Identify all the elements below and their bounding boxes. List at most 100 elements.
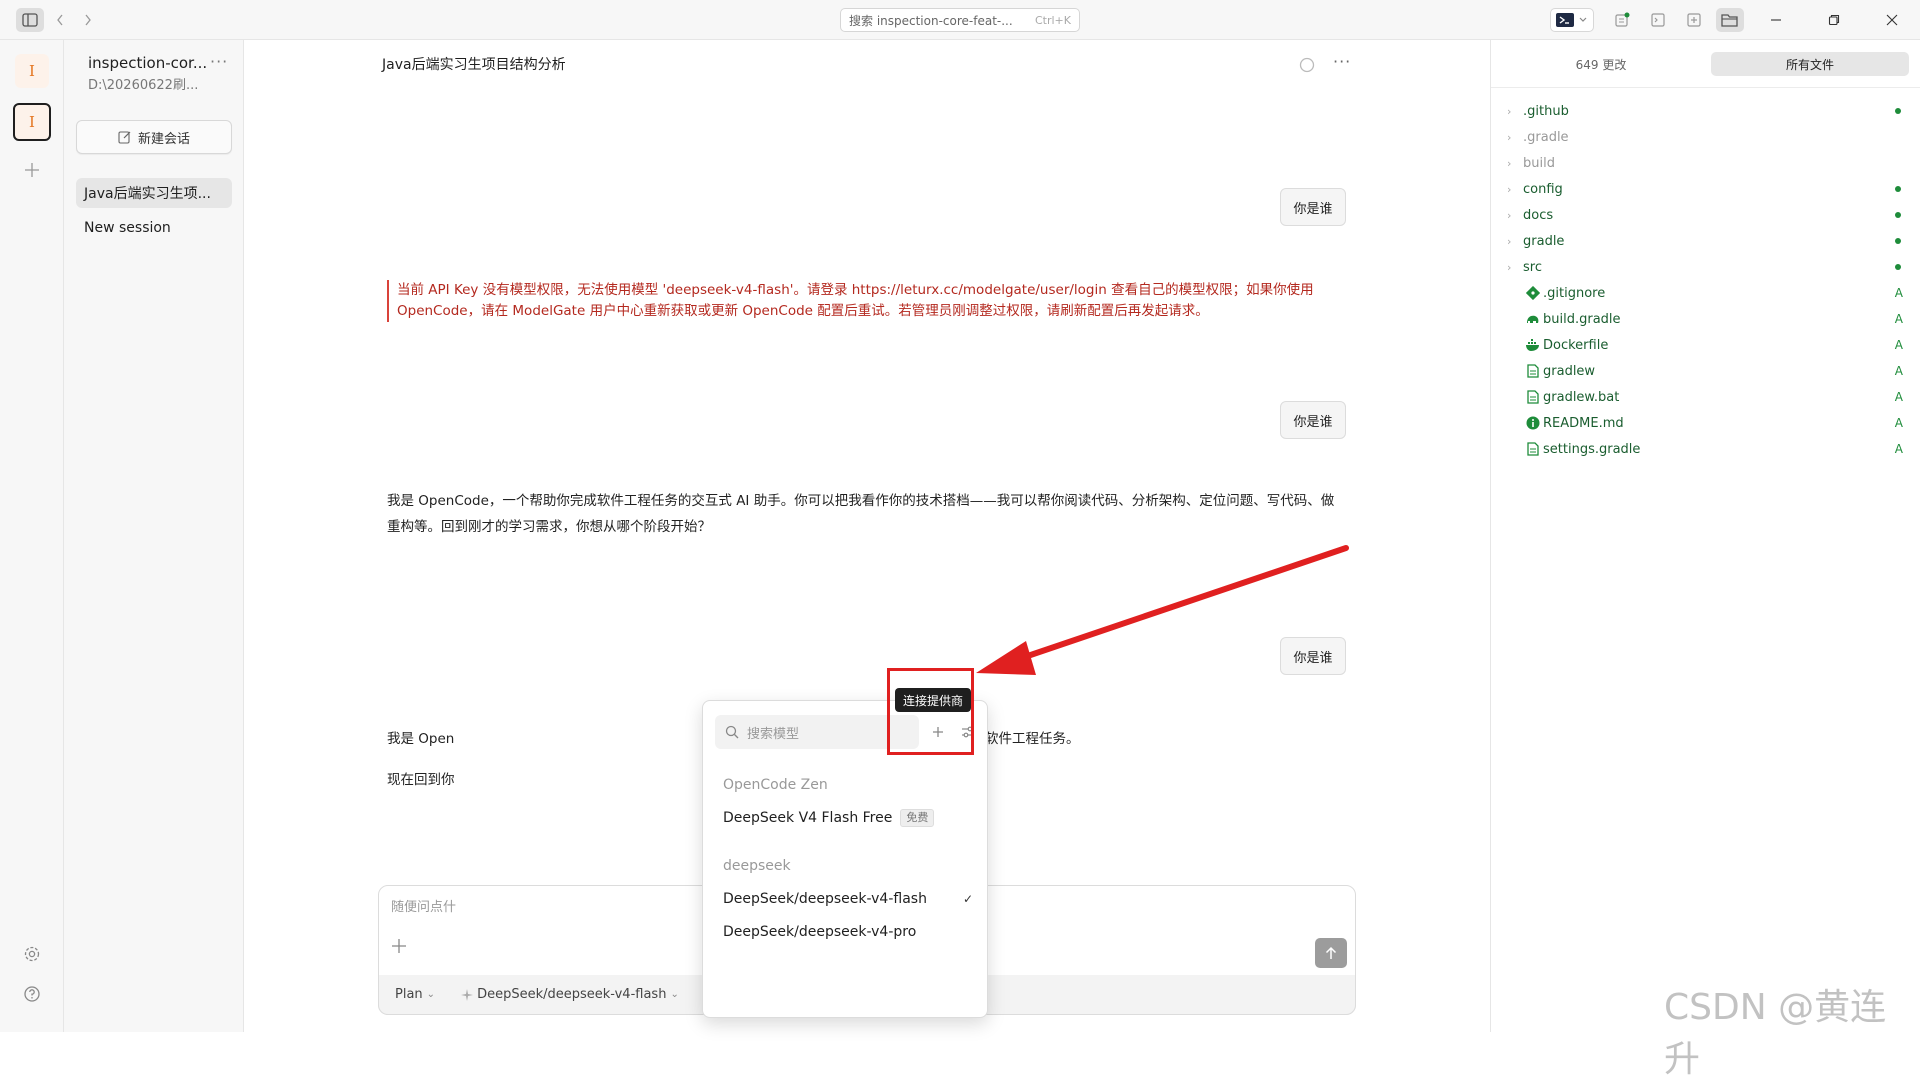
folder-row[interactable]: › src	[1507, 254, 1907, 280]
more-options-icon[interactable]: ···	[210, 52, 228, 71]
title-bar: 搜索 inspection-core-feat-... Ctrl+K	[0, 0, 1920, 40]
free-badge: 免费	[900, 809, 935, 827]
command-search[interactable]: 搜索 inspection-core-feat-... Ctrl+K	[840, 8, 1080, 32]
file-row[interactable]: build.gradle A	[1507, 306, 1907, 332]
folder-row[interactable]: › .github	[1507, 98, 1907, 124]
project-initial: I	[29, 113, 35, 131]
model-label: DeepSeek/deepseek-v4-flash	[477, 987, 667, 1002]
plus-icon	[392, 939, 406, 953]
model-option[interactable]: DeepSeek/deepseek-v4-pro	[723, 924, 973, 940]
file-tree-button[interactable]	[1716, 8, 1744, 32]
assistant-message: 我是 OpenCode，一个帮助你完成软件工程任务的交互式 AI 助手。你可以把…	[387, 493, 1335, 535]
forward-button[interactable]	[78, 8, 98, 32]
chat-more-button[interactable]: ···	[1333, 52, 1351, 71]
file-row[interactable]: .gitignore A	[1507, 280, 1907, 306]
folder-name: docs	[1523, 207, 1554, 223]
powershell-icon	[1556, 13, 1574, 27]
new-session-button[interactable]: 新建会话	[76, 120, 232, 154]
model-search-placeholder: 搜索模型	[747, 726, 800, 742]
model-select[interactable]: DeepSeek/deepseek-v4-flash ⌄	[461, 987, 679, 1002]
chevron-right-icon: ›	[1507, 182, 1512, 196]
attach-button[interactable]	[391, 938, 407, 954]
send-button[interactable]	[1315, 938, 1347, 968]
folder-row[interactable]: › config	[1507, 176, 1907, 202]
file-status: A	[1894, 312, 1903, 326]
error-message: 当前 API Key 没有模型权限，无法使用模型 'deepseek-v4-fl…	[387, 280, 1347, 322]
project-name: inspection-cor...	[88, 54, 208, 72]
close-window-button[interactable]	[1878, 8, 1906, 32]
checkmark-icon: ✓	[962, 892, 973, 906]
project-avatar-1[interactable]: I	[15, 54, 49, 88]
terminal-profile-button[interactable]	[1550, 8, 1594, 32]
chevron-down-icon: ⌄	[426, 989, 436, 1000]
source-control-button[interactable]	[1608, 8, 1636, 32]
toggle-sidebar-button[interactable]	[16, 8, 44, 32]
model-option-selected[interactable]: DeepSeek/deepseek-v4-flash ✓	[723, 891, 973, 907]
tooltip: 连接提供商	[895, 688, 972, 712]
folder-name: .github	[1523, 103, 1569, 119]
gear-icon	[24, 946, 40, 962]
status-circle-icon	[1299, 57, 1315, 73]
search-icon	[725, 725, 739, 739]
chevron-right-icon: ›	[1507, 208, 1512, 222]
folder-row[interactable]: › .gradle	[1507, 124, 1907, 150]
file-name: gradlew	[1543, 363, 1596, 379]
file-status: A	[1894, 364, 1903, 378]
file-name: Dockerfile	[1543, 337, 1609, 353]
chevron-right-icon: ›	[1507, 234, 1512, 248]
tab-changes-label: 649 更改	[1575, 57, 1627, 72]
file-row[interactable]: Dockerfile A	[1507, 332, 1907, 358]
folder-row[interactable]: › docs	[1507, 202, 1907, 228]
session-item-java[interactable]: Java后端实习生项...	[76, 178, 232, 208]
file-icon	[1523, 442, 1543, 456]
chevron-right-icon: ›	[1507, 104, 1512, 118]
new-session-label: 新建会话	[137, 131, 190, 147]
changed-indicator	[1895, 212, 1901, 218]
file-name: settings.gradle	[1543, 441, 1641, 457]
model-option-label: DeepSeek V4 Flash Free	[723, 810, 893, 826]
file-row[interactable]: settings.gradle A	[1507, 436, 1907, 462]
review-button[interactable]	[1680, 8, 1708, 32]
session-label: Java后端实习生项...	[84, 186, 211, 202]
folder-row[interactable]: › gradle	[1507, 228, 1907, 254]
model-option-label: DeepSeek/deepseek-v4-flash	[723, 891, 927, 907]
session-sidebar: inspection-cor... D:\20260622刷... ··· 新建…	[64, 40, 244, 1032]
folder-open-icon	[1721, 14, 1738, 27]
file-row[interactable]: gradlew A	[1507, 358, 1907, 384]
model-option[interactable]: DeepSeek V4 Flash Free 免费	[723, 809, 973, 827]
changed-indicator	[1895, 238, 1901, 244]
file-status: A	[1894, 442, 1903, 456]
file-status: A	[1894, 390, 1903, 404]
add-project-button[interactable]	[20, 158, 44, 182]
file-panel-tabs: 649 更改 所有文件	[1491, 40, 1920, 88]
tab-all-files-label: 所有文件	[1785, 57, 1834, 72]
command-search-text: 搜索 inspection-core-feat-...	[849, 13, 1013, 28]
terminal-button[interactable]	[1644, 8, 1672, 32]
file-row[interactable]: README.md A	[1507, 410, 1907, 436]
restore-button[interactable]	[1820, 8, 1848, 32]
folder-row[interactable]: › build	[1507, 150, 1907, 176]
prompt-input[interactable]: 随便问点什	[391, 896, 456, 915]
settings-button[interactable]	[20, 942, 44, 966]
folder-name: build	[1523, 155, 1555, 171]
edit-icon	[118, 131, 131, 144]
review-icon	[1687, 13, 1701, 27]
user-message-text: 你是谁	[1293, 201, 1333, 217]
tab-changes[interactable]: 649 更改	[1503, 52, 1699, 76]
project-avatar-2[interactable]: I	[13, 103, 51, 141]
back-button[interactable]	[50, 8, 70, 32]
file-name: gradlew.bat	[1543, 389, 1620, 405]
restore-icon	[1828, 14, 1840, 26]
file-status: A	[1894, 286, 1903, 300]
docker-icon	[1523, 339, 1543, 351]
file-status: A	[1894, 416, 1903, 430]
shortcut-hint: Ctrl+K	[1034, 13, 1071, 27]
mode-select[interactable]: Plan ⌄	[395, 987, 435, 1002]
tab-all-files[interactable]: 所有文件	[1711, 52, 1909, 76]
chevron-down-icon: ⌄	[670, 989, 679, 1000]
minimize-button[interactable]	[1762, 8, 1790, 32]
help-button[interactable]	[20, 982, 44, 1006]
file-row[interactable]: gradlew.bat A	[1507, 384, 1907, 410]
session-item-new[interactable]: New session	[76, 213, 232, 243]
session-label: New session	[84, 220, 171, 236]
